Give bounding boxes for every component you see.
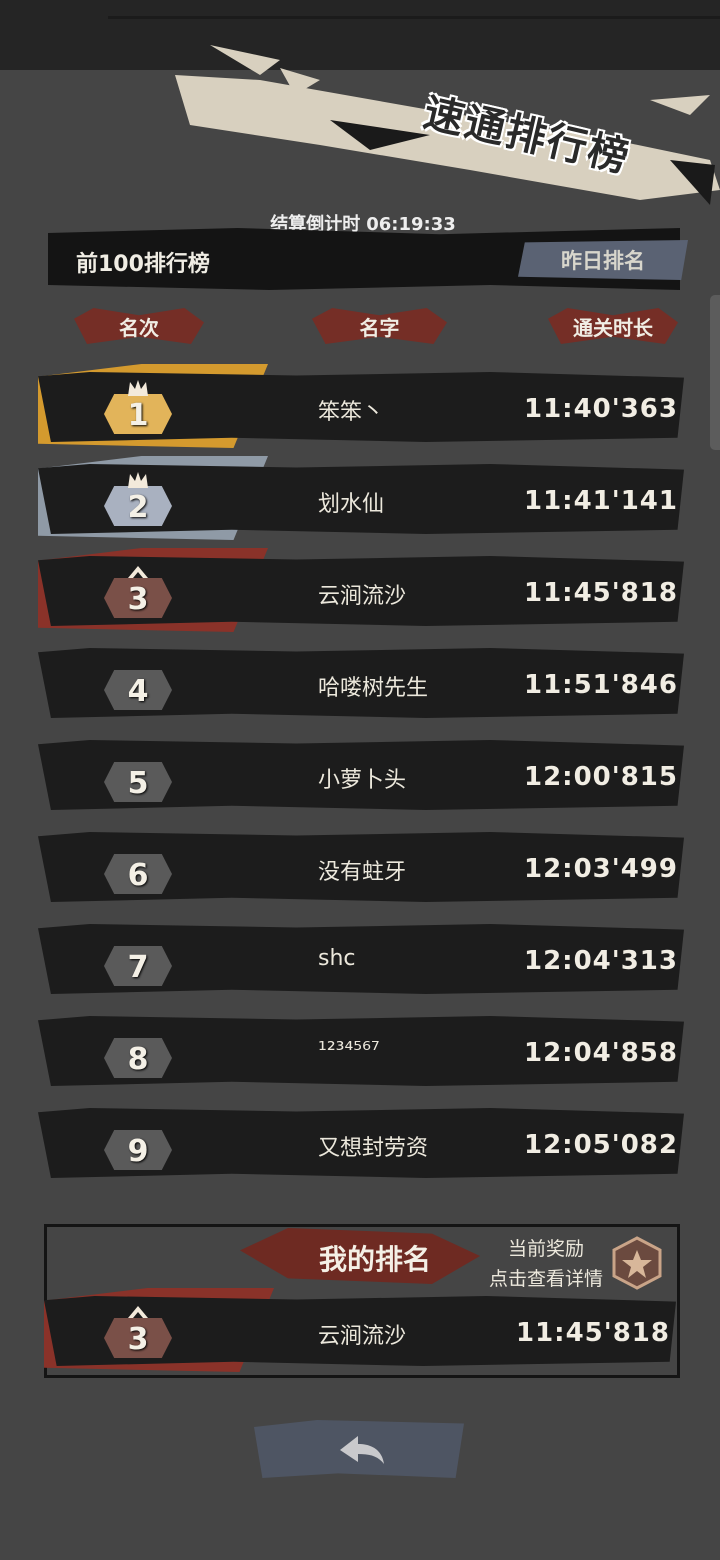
back-arrow-icon[interactable] — [338, 1432, 386, 1468]
my-rank-title: 我的排名 — [318, 1243, 431, 1276]
clear-time: 11:51'846 — [524, 670, 678, 700]
rank-badge: 1 — [104, 380, 172, 438]
player-name: ¹²³⁴⁵⁶⁷ — [318, 1038, 380, 1063]
crown-icon — [128, 380, 148, 396]
countdown-value: 06:19:33 — [366, 214, 456, 235]
rank-badge: 8 — [104, 1024, 172, 1082]
clear-time: 11:45'818 — [524, 578, 678, 608]
clear-time: 11:40'363 — [524, 394, 678, 424]
clear-time: 12:04'313 — [524, 946, 678, 976]
my-rank-header: 我的排名 — [240, 1228, 480, 1284]
scrollbar[interactable] — [710, 295, 720, 450]
player-name: 划水仙 — [318, 492, 385, 517]
rank-badge: 7 — [104, 932, 172, 990]
tab-top100[interactable]: 前100排行榜 — [76, 246, 210, 278]
clear-time: 12:03'499 — [524, 854, 678, 884]
clear-time: 12:05'082 — [524, 1130, 678, 1160]
ranking-row[interactable]: 6 没有蛀牙 12:03'499 — [38, 824, 684, 908]
rank-badge: 3 — [104, 564, 172, 622]
player-name: 小萝卜头 — [318, 768, 407, 793]
clear-time: 12:04'858 — [524, 1038, 678, 1068]
chevron-up-icon — [128, 566, 148, 578]
column-header-name: 名字 — [312, 308, 447, 344]
ranking-row[interactable]: 1 笨笨丶 11:40'363 — [38, 364, 684, 448]
column-header-time: 通关时长 — [548, 308, 678, 344]
player-name: shc — [318, 946, 356, 971]
ranking-row[interactable]: 5 小萝卜头 12:00'815 — [38, 732, 684, 816]
rank-badge: 2 — [104, 472, 172, 530]
clear-time: 12:00'815 — [524, 762, 678, 792]
clear-time: 11:45'818 — [516, 1318, 670, 1348]
ranking-row[interactable]: 7 shc 12:04'313 — [38, 916, 684, 1000]
ranking-row[interactable]: 3 云涧流沙 11:45'818 — [38, 548, 684, 632]
ranking-row[interactable]: 8 ¹²³⁴⁵⁶⁷ 12:04'858 — [38, 1008, 684, 1092]
player-name: 又想封劳资 — [318, 1136, 429, 1161]
top-divider — [108, 16, 720, 19]
chevron-up-icon — [128, 1306, 148, 1318]
player-name: 哈喽树先生 — [318, 676, 429, 701]
player-name: 云涧流沙 — [318, 1324, 407, 1349]
column-header-rank: 名次 — [74, 308, 204, 344]
player-name: 云涧流沙 — [318, 584, 407, 609]
rank-badge: 4 — [104, 656, 172, 714]
crown-icon — [128, 472, 148, 488]
player-name: 没有蛀牙 — [318, 860, 407, 885]
clear-time: 11:41'141 — [524, 486, 678, 516]
rank-badge: 9 — [104, 1116, 172, 1174]
rank-badge: 3 — [104, 1304, 172, 1362]
reward-medal-icon[interactable] — [610, 1236, 664, 1290]
my-rank-row[interactable]: 3 云涧流沙 11:45'818 — [44, 1288, 676, 1372]
ranking-row[interactable]: 2 划水仙 11:41'141 — [38, 456, 684, 540]
player-name: 笨笨丶 — [318, 400, 385, 425]
rank-badge: 5 — [104, 748, 172, 806]
yesterday-rank-button[interactable]: 昨日排名 — [518, 240, 688, 280]
ranking-row[interactable]: 9 又想封劳资 12:05'082 — [38, 1100, 684, 1184]
current-reward-link[interactable]: 当前奖励 点击查看详情 — [478, 1234, 614, 1294]
rank-badge: 6 — [104, 840, 172, 898]
ranking-row[interactable]: 4 哈喽树先生 11:51'846 — [38, 640, 684, 724]
